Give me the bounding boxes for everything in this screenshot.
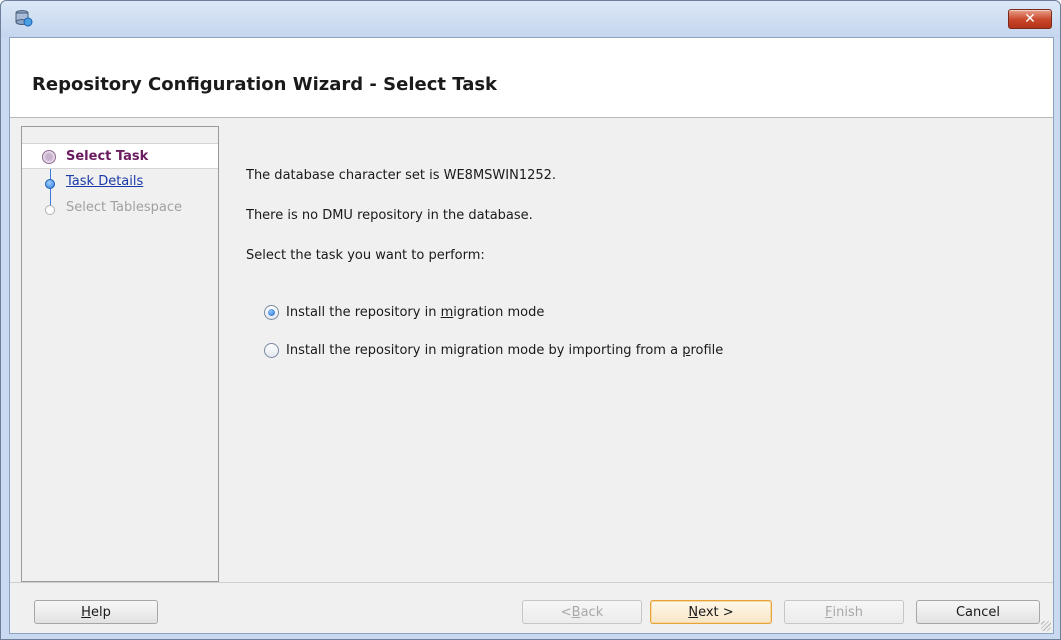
wizard-steps-panel: Select Task Task Details Select Tablespa… xyxy=(21,126,219,582)
step-label: Select Task xyxy=(66,149,149,164)
resize-grip-icon[interactable] xyxy=(1041,621,1051,631)
step-label[interactable]: Task Details xyxy=(66,174,143,189)
cancel-button[interactable]: Cancel xyxy=(916,600,1040,624)
radio-button-checked[interactable] xyxy=(264,304,279,320)
title-bar[interactable]: ✕ xyxy=(1,1,1060,37)
back-button[interactable]: < Back xyxy=(522,600,642,624)
disabled-step-icon xyxy=(45,205,55,215)
page-title: Repository Configuration Wizard - Select… xyxy=(32,74,498,95)
footer-separator xyxy=(10,582,1053,583)
option-migration-mode[interactable]: Install the repository in migration mode xyxy=(264,302,544,322)
radio-button[interactable] xyxy=(264,342,279,358)
help-button[interactable]: Help xyxy=(34,600,158,624)
task-prompt-text: Select the task you want to perform: xyxy=(246,248,485,263)
close-icon: ✕ xyxy=(1024,11,1036,27)
link-step-icon xyxy=(45,179,55,189)
step-label: Select Tablespace xyxy=(66,200,182,215)
option-label: Install the repository in migration mode… xyxy=(286,342,724,358)
active-step-icon xyxy=(42,150,56,164)
charset-info-text: The database character set is WE8MSWIN12… xyxy=(246,168,557,183)
close-button[interactable]: ✕ xyxy=(1008,9,1052,29)
wizard-window: ✕ Repository Configuration Wizard - Sele… xyxy=(0,0,1061,640)
step-select-tablespace: Select Tablespace xyxy=(22,195,218,221)
wizard-client-area: Repository Configuration Wizard - Select… xyxy=(9,37,1054,634)
next-button[interactable]: Next > xyxy=(650,600,772,624)
finish-button[interactable]: Finish xyxy=(784,600,904,624)
wizard-header: Repository Configuration Wizard - Select… xyxy=(10,38,1053,118)
wizard-content: The database character set is WE8MSWIN12… xyxy=(220,126,1053,582)
step-task-details[interactable]: Task Details xyxy=(22,169,218,195)
option-label: Install the repository in migration mode xyxy=(286,304,545,320)
step-select-task[interactable]: Select Task xyxy=(22,143,218,169)
repository-info-text: There is no DMU repository in the databa… xyxy=(246,208,533,223)
option-import-profile[interactable]: Install the repository in migration mode… xyxy=(264,340,723,360)
database-app-icon xyxy=(15,10,33,27)
